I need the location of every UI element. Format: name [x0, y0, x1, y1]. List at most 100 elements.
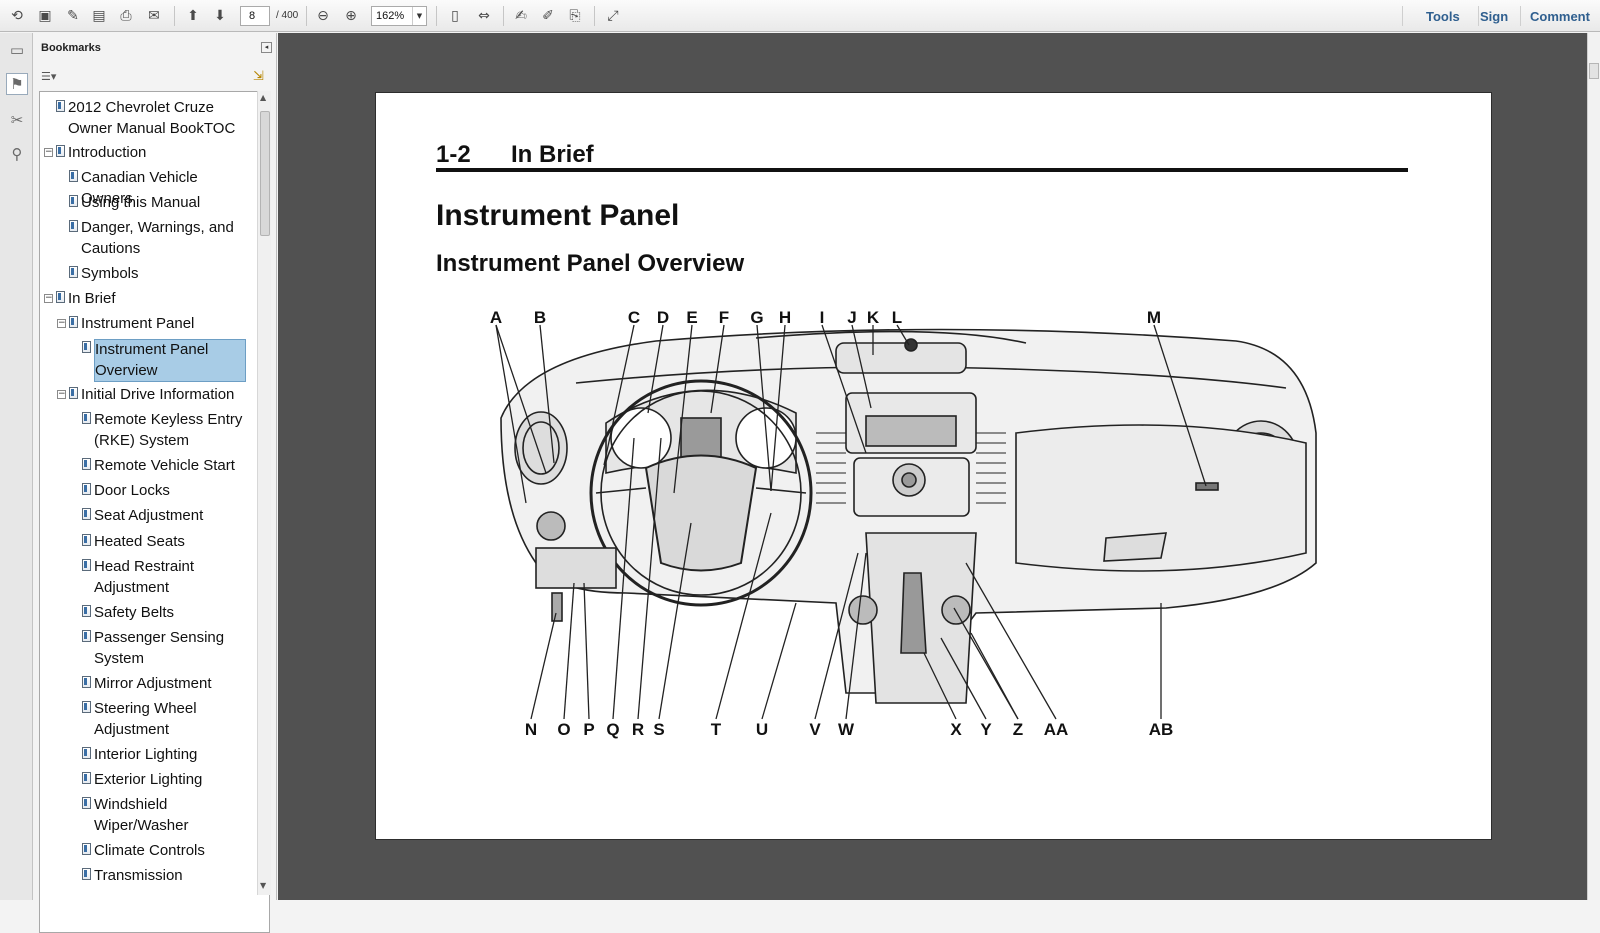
email-icon[interactable]: ✉	[144, 6, 164, 26]
bookmark-icon	[82, 747, 91, 759]
callout-label: H	[779, 308, 791, 327]
callout-label: N	[525, 720, 537, 739]
document-scrollbar[interactable]	[1587, 33, 1600, 900]
callout-label: J	[847, 308, 856, 327]
bookmark-item[interactable]: Climate Controls	[94, 841, 244, 862]
bookmark-item[interactable]: 2012 Chevrolet Cruze Owner Manual BookTO…	[68, 98, 238, 139]
next-page-icon[interactable]: ⬇	[210, 6, 230, 26]
callout-label: O	[557, 720, 570, 739]
expand-bookmark-icon[interactable]: ⇲	[253, 69, 264, 84]
bookmark-item[interactable]: Passenger Sensing System	[94, 628, 244, 669]
collapse-toggle-icon[interactable]: −	[57, 390, 66, 399]
bookmark-item[interactable]: Interior Lighting	[94, 745, 244, 766]
callout-label: Q	[606, 720, 619, 739]
zoom-value: 162%	[376, 10, 405, 22]
zoom-select[interactable]: 162% ▼	[371, 6, 427, 26]
callout-label: E	[686, 308, 697, 327]
chevron-down-icon[interactable]: ▼	[412, 7, 426, 25]
callout-label: B	[534, 308, 546, 327]
sign-link[interactable]: Sign	[1480, 9, 1508, 24]
tools-link[interactable]: Tools	[1426, 9, 1460, 24]
bookmark-item[interactable]: Danger, Warnings, and Cautions	[81, 218, 251, 259]
bookmark-item[interactable]: Seat Adjustment	[94, 506, 244, 527]
callout-label: L	[892, 308, 902, 327]
bookmark-icon	[69, 387, 78, 399]
search-icon[interactable]: ⚲	[6, 143, 28, 165]
bookmark-item[interactable]: Introduction	[68, 143, 238, 164]
bookmark-item[interactable]: In Brief	[68, 289, 238, 310]
zoom-out-icon[interactable]: ⊖	[313, 6, 333, 26]
sign-icon[interactable]: ✍	[511, 6, 531, 26]
bookmark-item[interactable]: Windshield Wiper/Washer	[94, 795, 244, 836]
bookmark-icon	[69, 220, 78, 232]
bookmark-icon	[82, 797, 91, 809]
bookmark-item[interactable]: Mirror Adjustment	[94, 674, 244, 695]
bookmark-icon	[82, 534, 91, 546]
scroll-down-icon[interactable]: ▼	[260, 881, 266, 890]
navigation-rail: ▭ ⚑ ✂ ⚲	[0, 33, 33, 900]
scroll-up-icon[interactable]: ▲	[260, 93, 266, 102]
save-icon[interactable]: ▤	[89, 6, 109, 26]
bookmark-item[interactable]: Using this Manual	[81, 193, 251, 214]
bookmark-icon	[82, 676, 91, 688]
callout-label: G	[750, 308, 763, 327]
bookmark-item[interactable]: Steering Wheel Adjustment	[94, 699, 244, 740]
bookmark-icon	[82, 508, 91, 520]
bookmark-icon	[82, 341, 91, 353]
callout-label: AA	[1044, 720, 1069, 739]
bookmark-icon	[69, 316, 78, 328]
bookmark-item[interactable]: Door Locks	[94, 481, 244, 502]
stamp-icon[interactable]: ⎘	[565, 6, 585, 26]
callout-label: X	[950, 720, 962, 739]
create-icon[interactable]: ⟲	[7, 6, 27, 26]
callout-label: AB	[1149, 720, 1174, 739]
bookmark-icon	[56, 100, 65, 112]
bookmark-icon	[69, 266, 78, 278]
scroll-thumb[interactable]	[260, 111, 270, 236]
bookmark-icon	[82, 483, 91, 495]
bookmark-item[interactable]: Remote Keyless Entry (RKE) System	[94, 410, 244, 451]
callout-label: K	[867, 308, 880, 327]
callout-label: M	[1147, 308, 1161, 327]
collapse-panel-icon[interactable]: ◂	[261, 42, 272, 53]
callout-label: W	[838, 720, 855, 739]
collapse-toggle-icon[interactable]: −	[44, 148, 53, 157]
document-scroll-thumb[interactable]	[1589, 63, 1599, 79]
fit-width-icon[interactable]: ⇔	[474, 6, 494, 26]
bookmarks-icon[interactable]: ⚑	[6, 73, 28, 95]
bookmark-icon	[82, 868, 91, 880]
page-thumbnails-icon[interactable]: ▭	[6, 39, 28, 61]
options-icon[interactable]: ☰▾	[41, 70, 56, 83]
bookmark-item[interactable]: Instrument Panel Overview	[94, 339, 246, 382]
attachments-icon[interactable]: ✂	[6, 109, 28, 131]
collapse-toggle-icon[interactable]: −	[44, 294, 53, 303]
bookmark-item[interactable]: Remote Vehicle Start	[94, 456, 244, 477]
bookmark-icon	[56, 291, 65, 303]
zoom-in-icon[interactable]: ⊕	[341, 6, 361, 26]
bookmark-item[interactable]: Symbols	[81, 264, 251, 285]
callout-label: P	[583, 720, 594, 739]
bookmark-item[interactable]: Transmission	[94, 866, 244, 887]
previous-page-icon[interactable]: ⬆	[183, 6, 203, 26]
bookmark-item[interactable]: Head Restraint Adjustment	[94, 557, 244, 598]
edit-icon[interactable]: ✎	[63, 6, 83, 26]
bookmark-item[interactable]: Heated Seats	[94, 532, 244, 553]
bookmark-icon	[82, 412, 91, 424]
bookmark-item[interactable]: Instrument Panel	[81, 314, 251, 335]
callout-label: D	[657, 308, 669, 327]
page-number-input[interactable]: 8	[240, 6, 270, 26]
comment-link[interactable]: Comment	[1530, 9, 1590, 24]
print-icon[interactable]: ⎙	[116, 6, 136, 26]
bookmark-item[interactable]: Initial Drive Information	[81, 385, 251, 406]
bookmark-icon	[69, 170, 78, 182]
fullscreen-icon[interactable]: ⤢	[603, 6, 623, 26]
fit-page-icon[interactable]: ▯	[445, 6, 465, 26]
instrument-panel-diagram: ABCDEFGHIJKLM N O P Q R S T U V W X Y Z AA AB	[490, 308, 1317, 739]
bookmark-scrollbar[interactable]: ▲ ▼	[257, 91, 271, 895]
collapse-toggle-icon[interactable]: −	[57, 319, 66, 328]
bookmark-item[interactable]: Exterior Lighting	[94, 770, 244, 791]
create-pdf-icon[interactable]: ▣	[35, 6, 55, 26]
bookmark-icon	[69, 195, 78, 207]
highlight-icon[interactable]: ✐	[538, 6, 558, 26]
bookmark-item[interactable]: Safety Belts	[94, 603, 244, 624]
